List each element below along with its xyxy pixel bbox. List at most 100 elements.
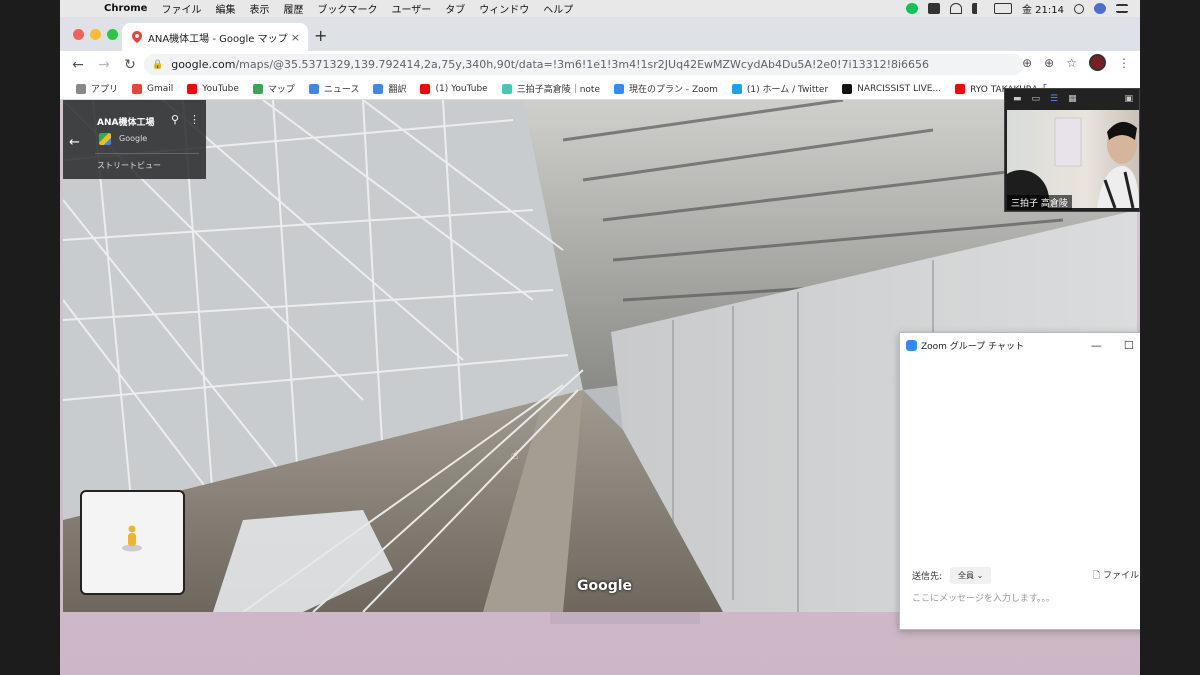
chat-messages-area[interactable] bbox=[900, 357, 1140, 557]
bookmark-item[interactable]: 翻訳 bbox=[373, 82, 406, 95]
bookmark-icon bbox=[842, 83, 853, 94]
zoom-video-toolbar: ▬ ▭ ☰ ▦ ▣ bbox=[1005, 89, 1139, 109]
notification-center-icon[interactable] bbox=[1116, 4, 1128, 13]
right-desktop-edge bbox=[1140, 0, 1200, 675]
bookmark-icon bbox=[731, 83, 742, 94]
bookmark-star-icon[interactable]: ☆ bbox=[1066, 56, 1077, 71]
pegman-icon[interactable] bbox=[120, 522, 144, 552]
location-pin-icon[interactable]: ⚲ bbox=[171, 113, 179, 126]
chat-message-input[interactable]: ここにメッセージを入力します。。。 bbox=[912, 591, 1055, 604]
bookmark-label: (1) ホーム / Twitter bbox=[746, 85, 829, 95]
zoom-chat-window[interactable]: Zoom グループ チャット — ☐ ✕ 送信先: 全員 ⌄ 🗋 ファイル ··… bbox=[899, 332, 1140, 630]
menu-file[interactable]: ファイル bbox=[161, 1, 201, 16]
lock-icon[interactable]: 🔒 bbox=[152, 60, 163, 70]
bookmark-icon bbox=[955, 83, 966, 94]
chevron-down-icon: ⌄ bbox=[976, 571, 984, 580]
maximize-icon[interactable]: ☐ bbox=[1124, 339, 1134, 352]
wifi-icon[interactable] bbox=[950, 3, 962, 14]
minimize-window-button[interactable] bbox=[90, 29, 101, 40]
input-method-icon[interactable] bbox=[928, 3, 940, 14]
install-icon[interactable]: ⊕ bbox=[1044, 56, 1054, 71]
spotlight-search-icon[interactable] bbox=[1074, 3, 1084, 14]
minimize-icon[interactable]: ▬ bbox=[1013, 94, 1022, 104]
forward-arrow-icon[interactable]: → bbox=[96, 57, 112, 73]
bookmark-label: マップ bbox=[267, 85, 295, 95]
bookmark-icon bbox=[187, 83, 198, 94]
bookmark-label: Gmail bbox=[147, 83, 174, 94]
siri-icon[interactable] bbox=[1094, 3, 1106, 14]
volume-icon[interactable] bbox=[972, 3, 984, 14]
battery-icon[interactable] bbox=[994, 3, 1012, 14]
bookmark-item[interactable]: (1) ホーム / Twitter bbox=[731, 82, 829, 95]
back-arrow-icon[interactable]: ← bbox=[70, 57, 86, 73]
file-button[interactable]: 🗋 ファイル bbox=[1093, 568, 1139, 584]
tab-google-maps[interactable]: ANA機体工場 - Google マップ × bbox=[122, 23, 308, 51]
new-tab-button[interactable]: + bbox=[314, 26, 327, 45]
recipient-value: 全員 bbox=[958, 571, 975, 580]
file-icon: 🗋 bbox=[1092, 570, 1101, 581]
tab-strip: ANA機体工場 - Google マップ × + bbox=[60, 17, 1140, 51]
bookmark-label: (1) YouTube bbox=[435, 83, 488, 94]
profile-avatar[interactable] bbox=[1089, 54, 1106, 71]
left-desktop-edge bbox=[0, 0, 60, 675]
participant-video bbox=[1007, 110, 1139, 208]
bookmark-item[interactable]: 三拍子高倉陵｜note bbox=[501, 82, 600, 95]
bookmark-item[interactable]: 現在のプラン - Zoom bbox=[613, 82, 718, 95]
menu-bookmarks[interactable]: ブックマーク bbox=[317, 1, 377, 16]
location-icon[interactable]: ⊕ bbox=[1022, 56, 1032, 71]
bookmark-item[interactable]: マップ bbox=[252, 82, 295, 95]
toolbar-actions: ⊕ ⊕ ☆ ⋮ bbox=[1022, 54, 1130, 71]
maximize-window-button[interactable] bbox=[107, 29, 118, 40]
bookmark-item[interactable]: YouTube bbox=[187, 83, 239, 94]
menu-users[interactable]: ユーザー bbox=[391, 1, 431, 16]
menu-chrome[interactable]: Chrome bbox=[104, 3, 147, 14]
bookmark-item[interactable]: ニュース bbox=[308, 82, 359, 95]
close-window-button[interactable] bbox=[73, 29, 84, 40]
bookmark-item[interactable]: (1) YouTube bbox=[420, 83, 488, 94]
bookmark-label: NARCISSIST LIVE... bbox=[857, 83, 942, 94]
recipient-select[interactable]: 全員 ⌄ bbox=[950, 567, 992, 584]
bookmark-item[interactable]: アプリ bbox=[76, 82, 118, 95]
bookmark-item[interactable]: Gmail bbox=[132, 83, 174, 94]
menu-history[interactable]: 履歴 bbox=[283, 1, 303, 16]
chrome-menu-icon[interactable]: ⋮ bbox=[1118, 56, 1130, 71]
address-bar[interactable]: 🔒 google.com/maps/@35.5371329,139.792414… bbox=[144, 54, 1024, 75]
clock[interactable]: 金 21:14 bbox=[1022, 1, 1064, 16]
menu-tab[interactable]: タブ bbox=[445, 1, 465, 16]
bookmark-label: 翻訳 bbox=[388, 85, 407, 95]
minimize-icon[interactable]: — bbox=[1091, 339, 1102, 352]
bookmark-label: 現在のプラン - Zoom bbox=[628, 85, 718, 95]
tab-close-icon[interactable]: × bbox=[291, 31, 300, 44]
bookmark-item[interactable]: NARCISSIST LIVE... bbox=[842, 83, 942, 94]
menu-help[interactable]: ヘルプ bbox=[543, 1, 573, 16]
menu-edit[interactable]: 編集 bbox=[215, 1, 235, 16]
place-info-card[interactable]: ← ANA機体工場 ⚲ ⋮ Google ストリートビュー bbox=[63, 100, 206, 179]
zoom-logo-icon bbox=[906, 339, 917, 351]
zoom-video-panel[interactable]: ▬ ▭ ☰ ▦ ▣ 三拍子 高倉陵 bbox=[1004, 88, 1140, 212]
menu-window[interactable]: ウィンドウ bbox=[479, 1, 529, 16]
bookmark-icon bbox=[373, 83, 384, 94]
bookmark-icon bbox=[252, 83, 263, 94]
speaker-view-icon[interactable]: ☰ bbox=[1050, 94, 1058, 104]
chrome-window: ANA機体工場 - Google マップ × + ← → ↻ 🔒 google.… bbox=[60, 17, 1140, 100]
menu-view[interactable]: 表示 bbox=[249, 1, 269, 16]
gallery-view-icon[interactable]: ▦ bbox=[1068, 94, 1077, 104]
tab-title: ANA機体工場 - Google マップ bbox=[148, 33, 288, 45]
mini-map[interactable] bbox=[80, 490, 185, 595]
google-maps-icon bbox=[99, 133, 111, 145]
bookmark-label: YouTube bbox=[202, 83, 239, 94]
exit-fullscreen-icon[interactable]: ▣ bbox=[1124, 94, 1133, 104]
window-controls: — ☐ ✕ bbox=[1091, 339, 1140, 352]
chat-title: Zoom グループ チャット bbox=[921, 341, 1025, 352]
provider-label: Google bbox=[119, 134, 148, 143]
bookmark-icon bbox=[420, 83, 431, 94]
more-options-icon[interactable]: ⋮ bbox=[189, 113, 200, 126]
thumbnail-view-icon[interactable]: ▭ bbox=[1032, 94, 1041, 104]
back-arrow-icon[interactable]: ← bbox=[69, 135, 80, 150]
url-path: /maps/@35.5371329,139.792414,2a,75y,340h… bbox=[235, 58, 930, 71]
reload-icon[interactable]: ↻ bbox=[122, 57, 138, 73]
divider bbox=[95, 153, 199, 154]
place-title: ANA機体工場 bbox=[97, 118, 155, 128]
browser-toolbar: ← → ↻ 🔒 google.com/maps/@35.5371329,139.… bbox=[60, 51, 1140, 78]
line-icon[interactable] bbox=[906, 3, 918, 14]
